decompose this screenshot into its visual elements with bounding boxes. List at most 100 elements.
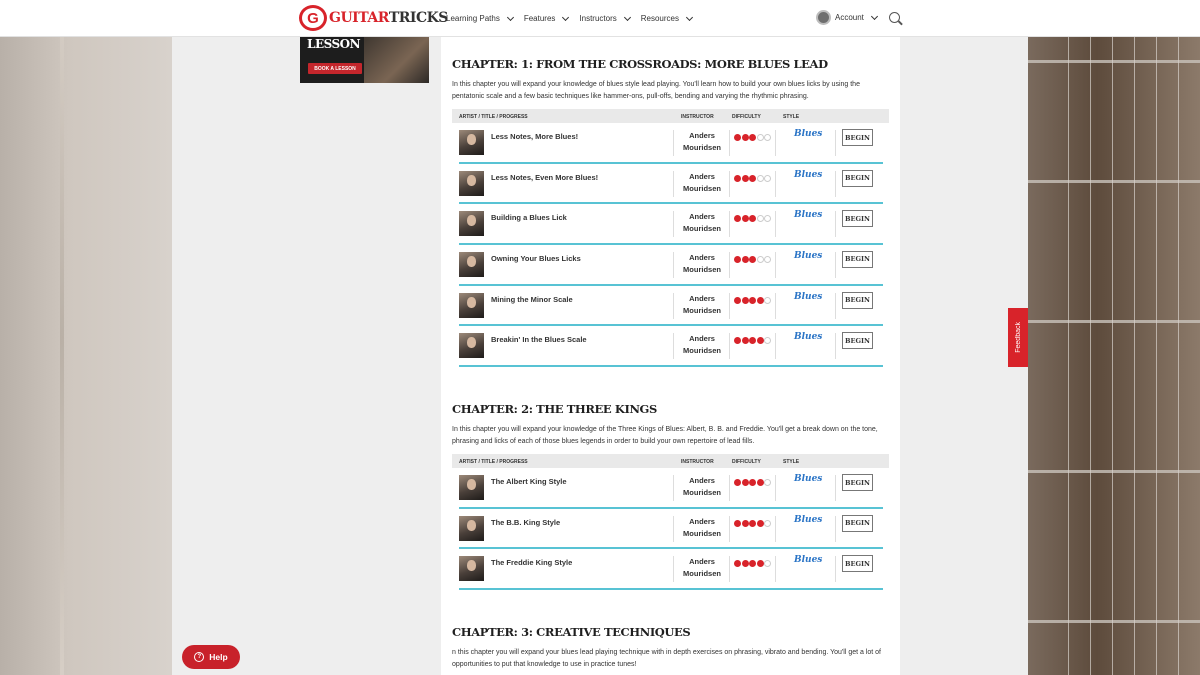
begin-button[interactable]: BEGIN xyxy=(842,210,873,228)
question-icon: ? xyxy=(194,652,205,662)
feedback-tab[interactable]: Feedback xyxy=(1008,308,1028,367)
lesson-thumbnail[interactable] xyxy=(459,515,484,541)
difficulty-dot-icon xyxy=(741,174,749,182)
nav-resources[interactable]: Resources xyxy=(641,13,694,23)
lesson-title[interactable]: Breakin' In the Blues Scale xyxy=(491,335,587,344)
lesson-thumbnail[interactable] xyxy=(459,251,484,277)
lesson-title[interactable]: Less Notes, Even More Blues! xyxy=(491,173,598,182)
logo[interactable]: G GUITARTRICKS xyxy=(299,5,448,31)
lesson-title[interactable]: Building a Blues Lick xyxy=(491,213,567,222)
divider xyxy=(775,333,776,360)
lesson-thumbnail[interactable] xyxy=(459,130,484,156)
divider xyxy=(673,292,674,319)
lesson-title[interactable]: The Freddie King Style xyxy=(491,558,572,567)
lesson-thumbnail[interactable] xyxy=(459,292,484,318)
divider xyxy=(729,556,730,583)
style-label: Blues xyxy=(794,291,823,302)
divider xyxy=(729,170,730,197)
style-label: Blues xyxy=(794,250,823,261)
string-decoration xyxy=(1112,0,1113,675)
divider xyxy=(835,170,836,197)
lesson-thumbnail[interactable] xyxy=(459,556,484,582)
account-menu[interactable]: Account xyxy=(816,10,878,25)
difficulty-dot-icon xyxy=(734,215,741,223)
instructor-name[interactable]: Anders Mouridsen xyxy=(677,475,727,499)
chapter-description: In this chapter you will expand your kno… xyxy=(452,81,860,100)
difficulty-dot-icon xyxy=(756,174,764,182)
lesson-thumbnail[interactable] xyxy=(459,333,484,359)
instructor-name[interactable]: Anders Mouridsen xyxy=(677,556,727,580)
lesson-thumbnail[interactable] xyxy=(459,211,484,237)
difficulty-dot-icon xyxy=(764,519,771,527)
divider xyxy=(673,130,674,157)
instructor-first: Anders xyxy=(689,557,715,567)
chevron-down-icon xyxy=(685,13,694,21)
instructor-first: Anders xyxy=(689,476,715,486)
instructor-first: Anders xyxy=(689,131,715,141)
logo-text: GUITAR xyxy=(329,10,389,26)
instructor-last: Mouridsen xyxy=(683,224,721,234)
difficulty-rating xyxy=(734,255,772,263)
begin-button[interactable]: BEGIN xyxy=(842,555,873,573)
lesson-title[interactable]: Less Notes, More Blues! xyxy=(491,132,578,141)
lesson-thumbnail[interactable] xyxy=(459,475,484,501)
divider xyxy=(835,475,836,502)
difficulty-dot-icon xyxy=(734,337,741,345)
top-header: G GUITARTRICKS Learning Paths Features I… xyxy=(0,0,1200,37)
nav-instructors[interactable]: Instructors xyxy=(579,13,631,23)
lesson-title[interactable]: The B.B. King Style xyxy=(491,518,560,527)
lesson-title[interactable]: Mining the Minor Scale xyxy=(491,295,573,304)
difficulty-dot-icon xyxy=(741,519,749,527)
begin-button[interactable]: BEGIN xyxy=(842,169,873,187)
difficulty-dot-icon xyxy=(741,560,749,568)
lesson-title[interactable]: The Albert King Style xyxy=(491,477,567,486)
begin-button[interactable]: BEGIN xyxy=(842,474,873,492)
difficulty-dot-icon xyxy=(756,560,764,568)
instructor-name[interactable]: Anders Mouridsen xyxy=(677,130,727,154)
difficulty-dot-icon xyxy=(734,560,741,568)
help-button[interactable]: ? Help xyxy=(182,645,240,669)
instructor-name[interactable]: Anders Mouridsen xyxy=(677,171,727,195)
table-row: The B.B. King Style Anders Mouridsen Blues B… xyxy=(459,509,883,550)
table-header-col4: STYLE xyxy=(783,458,800,465)
table-row: Mining the Minor Scale Anders Mouridsen Blu… xyxy=(459,286,883,327)
divider xyxy=(673,211,674,238)
nav-features[interactable]: Features xyxy=(523,13,570,23)
divider xyxy=(673,170,674,197)
divider xyxy=(673,515,674,542)
difficulty-dot-icon xyxy=(749,255,756,263)
divider xyxy=(729,251,730,278)
instructor-name[interactable]: Anders Mouridsen xyxy=(677,211,727,235)
instructor-last: Mouridsen xyxy=(683,346,721,356)
begin-button[interactable]: BEGIN xyxy=(842,514,873,532)
instructor-name[interactable]: Anders Mouridsen xyxy=(677,293,727,317)
nav-learning-paths[interactable]: Learning Paths xyxy=(446,13,514,23)
lesson-title[interactable]: Owning Your Blues Licks xyxy=(491,254,581,263)
divider xyxy=(775,170,776,197)
difficulty-dot-icon xyxy=(749,560,756,568)
nav-label: Features xyxy=(523,14,556,23)
background-right xyxy=(1028,0,1200,675)
difficulty-dot-icon xyxy=(756,519,764,527)
begin-button[interactable]: BEGIN xyxy=(842,129,873,147)
book-lesson-button[interactable]: BOOK A LESSON xyxy=(308,63,362,74)
divider xyxy=(775,292,776,319)
instructor-name[interactable]: Anders Mouridsen xyxy=(677,252,727,276)
instructor-name[interactable]: Anders Mouridsen xyxy=(677,516,727,540)
table-header-col1: ARTIST / TITLE / PROGRESS xyxy=(459,458,528,465)
search-icon[interactable] xyxy=(889,12,900,23)
begin-button[interactable]: BEGIN xyxy=(842,291,873,309)
instructor-first: Anders xyxy=(689,334,715,344)
difficulty-dot-icon xyxy=(741,255,749,263)
begin-button[interactable]: BEGIN xyxy=(842,332,873,350)
instructor-name[interactable]: Anders Mouridsen xyxy=(677,333,727,357)
difficulty-dot-icon xyxy=(749,479,756,487)
sidebar-ad[interactable]: LESSON BOOK A LESSON xyxy=(300,33,429,83)
begin-button[interactable]: BEGIN xyxy=(842,250,873,268)
lesson-thumbnail[interactable] xyxy=(459,170,484,196)
difficulty-dot-icon xyxy=(734,519,741,527)
feedback-label: Feedback xyxy=(1014,322,1022,353)
table-header: ARTIST / TITLE / PROGRESS INSTRUCTOR DIFFI… xyxy=(452,454,889,469)
instructor-last: Mouridsen xyxy=(683,569,721,579)
divider xyxy=(729,475,730,502)
